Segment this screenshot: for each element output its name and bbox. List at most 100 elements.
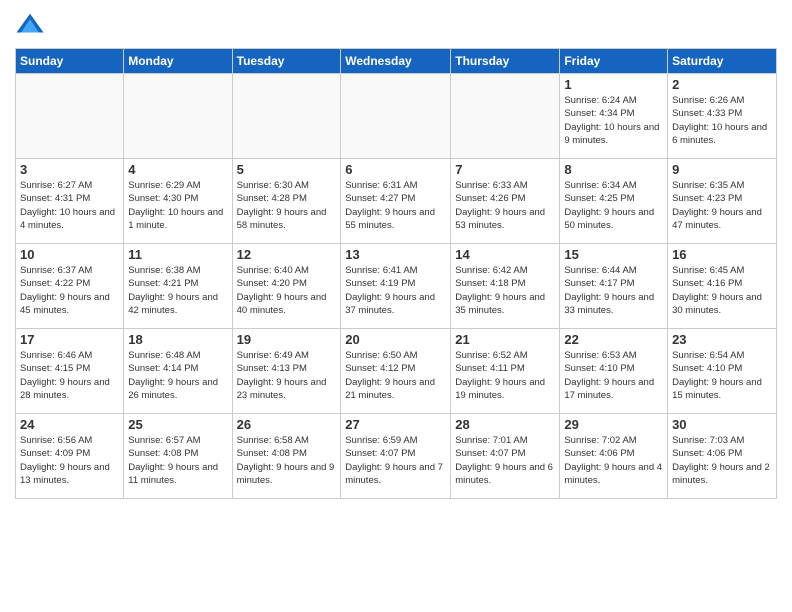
- calendar-cell: 28 Sunrise: 7:01 AM Sunset: 4:07 PM Dayli…: [451, 414, 560, 499]
- week-row-5: 24 Sunrise: 6:56 AM Sunset: 4:09 PM Dayli…: [16, 414, 777, 499]
- day-number: 13: [345, 247, 446, 262]
- day-info: Sunrise: 6:59 AM Sunset: 4:07 PM Dayligh…: [345, 434, 446, 487]
- calendar-cell: 18Sunrise: 6:48 AM Sunset: 4:14 PM Dayli…: [124, 329, 232, 414]
- day-number: 23: [672, 332, 772, 347]
- day-number: 22: [564, 332, 663, 347]
- calendar-cell: 29 Sunrise: 7:02 AM Sunset: 4:06 PM Dayli…: [560, 414, 668, 499]
- calendar-cell: 2Sunrise: 6:26 AM Sunset: 4:33 PM Daylig…: [668, 74, 777, 159]
- day-info: Sunrise: 6:50 AM Sunset: 4:12 PM Dayligh…: [345, 349, 446, 402]
- day-info: Sunrise: 6:33 AM Sunset: 4:26 PM Dayligh…: [455, 179, 555, 232]
- calendar-cell: 23 Sunrise: 6:54 AM Sunset: 4:10 PM Dayli…: [668, 329, 777, 414]
- day-number: 3: [20, 162, 119, 177]
- day-number: 9: [672, 162, 772, 177]
- day-info: Sunrise: 6:41 AM Sunset: 4:19 PM Dayligh…: [345, 264, 446, 317]
- calendar-cell: 19Sunrise: 6:49 AM Sunset: 4:13 PM Dayli…: [232, 329, 341, 414]
- calendar-cell: 5Sunrise: 6:30 AM Sunset: 4:28 PM Daylig…: [232, 159, 341, 244]
- day-info: Sunrise: 6:49 AM Sunset: 4:13 PM Dayligh…: [237, 349, 337, 402]
- header: [15, 10, 777, 40]
- day-number: 17: [20, 332, 119, 347]
- day-info: Sunrise: 6:35 AM Sunset: 4:23 PM Dayligh…: [672, 179, 772, 232]
- day-number: 27: [345, 417, 446, 432]
- weekday-header-sunday: Sunday: [16, 49, 124, 74]
- day-info: Sunrise: 6:46 AM Sunset: 4:15 PM Dayligh…: [20, 349, 119, 402]
- day-info: Sunrise: 6:29 AM Sunset: 4:30 PM Dayligh…: [128, 179, 227, 232]
- calendar-cell: 26 Sunrise: 6:58 AM Sunset: 4:08 PM Dayli…: [232, 414, 341, 499]
- page: SundayMondayTuesdayWednesdayThursdayFrid…: [0, 0, 792, 509]
- calendar-cell: 30 Sunrise: 7:03 AM Sunset: 4:06 PM Dayli…: [668, 414, 777, 499]
- day-number: 10: [20, 247, 119, 262]
- week-row-2: 3Sunrise: 6:27 AM Sunset: 4:31 PM Daylig…: [16, 159, 777, 244]
- calendar-cell: 3Sunrise: 6:27 AM Sunset: 4:31 PM Daylig…: [16, 159, 124, 244]
- calendar-cell: 11Sunrise: 6:38 AM Sunset: 4:21 PM Dayli…: [124, 244, 232, 329]
- day-info: Sunrise: 6:57 AM Sunset: 4:08 PM Dayligh…: [128, 434, 227, 487]
- day-info: Sunrise: 6:48 AM Sunset: 4:14 PM Dayligh…: [128, 349, 227, 402]
- day-number: 26: [237, 417, 337, 432]
- day-info: Sunrise: 6:31 AM Sunset: 4:27 PM Dayligh…: [345, 179, 446, 232]
- weekday-header-thursday: Thursday: [451, 49, 560, 74]
- day-number: 28: [455, 417, 555, 432]
- week-row-1: 1 Sunrise: 6:24 AM Sunset: 4:34 PM Daylig…: [16, 74, 777, 159]
- day-info: Sunrise: 6:30 AM Sunset: 4:28 PM Dayligh…: [237, 179, 337, 232]
- calendar-cell: 27 Sunrise: 6:59 AM Sunset: 4:07 PM Dayli…: [341, 414, 451, 499]
- day-info: Sunrise: 7:02 AM Sunset: 4:06 PM Dayligh…: [564, 434, 663, 487]
- day-number: 30: [672, 417, 772, 432]
- day-number: 16: [672, 247, 772, 262]
- calendar-cell: 7 Sunrise: 6:33 AM Sunset: 4:26 PM Daylig…: [451, 159, 560, 244]
- day-info: Sunrise: 6:26 AM Sunset: 4:33 PM Dayligh…: [672, 94, 772, 147]
- day-info: Sunrise: 6:42 AM Sunset: 4:18 PM Dayligh…: [455, 264, 555, 317]
- calendar-cell: 22 Sunrise: 6:53 AM Sunset: 4:10 PM Dayli…: [560, 329, 668, 414]
- weekday-header-monday: Monday: [124, 49, 232, 74]
- calendar-cell: 25 Sunrise: 6:57 AM Sunset: 4:08 PM Dayli…: [124, 414, 232, 499]
- day-info: Sunrise: 6:45 AM Sunset: 4:16 PM Dayligh…: [672, 264, 772, 317]
- week-row-3: 10 Sunrise: 6:37 AM Sunset: 4:22 PM Dayli…: [16, 244, 777, 329]
- day-number: 14: [455, 247, 555, 262]
- calendar-cell: 8 Sunrise: 6:34 AM Sunset: 4:25 PM Daylig…: [560, 159, 668, 244]
- day-number: 12: [237, 247, 337, 262]
- day-number: 1: [564, 77, 663, 92]
- day-info: Sunrise: 6:53 AM Sunset: 4:10 PM Dayligh…: [564, 349, 663, 402]
- calendar-cell: 21Sunrise: 6:52 AM Sunset: 4:11 PM Dayli…: [451, 329, 560, 414]
- week-row-4: 17 Sunrise: 6:46 AM Sunset: 4:15 PM Dayli…: [16, 329, 777, 414]
- day-number: 8: [564, 162, 663, 177]
- day-number: 20: [345, 332, 446, 347]
- day-info: Sunrise: 6:34 AM Sunset: 4:25 PM Dayligh…: [564, 179, 663, 232]
- calendar: SundayMondayTuesdayWednesdayThursdayFrid…: [15, 48, 777, 499]
- day-info: Sunrise: 6:58 AM Sunset: 4:08 PM Dayligh…: [237, 434, 337, 487]
- calendar-cell: 10 Sunrise: 6:37 AM Sunset: 4:22 PM Dayli…: [16, 244, 124, 329]
- day-info: Sunrise: 7:01 AM Sunset: 4:07 PM Dayligh…: [455, 434, 555, 487]
- day-info: Sunrise: 7:03 AM Sunset: 4:06 PM Dayligh…: [672, 434, 772, 487]
- calendar-cell: 16 Sunrise: 6:45 AM Sunset: 4:16 PM Dayli…: [668, 244, 777, 329]
- calendar-cell: 6 Sunrise: 6:31 AM Sunset: 4:27 PM Daylig…: [341, 159, 451, 244]
- day-number: 24: [20, 417, 119, 432]
- day-number: 21: [455, 332, 555, 347]
- day-number: 25: [128, 417, 227, 432]
- calendar-cell: 14 Sunrise: 6:42 AM Sunset: 4:18 PM Dayli…: [451, 244, 560, 329]
- day-info: Sunrise: 6:40 AM Sunset: 4:20 PM Dayligh…: [237, 264, 337, 317]
- calendar-cell: 20 Sunrise: 6:50 AM Sunset: 4:12 PM Dayli…: [341, 329, 451, 414]
- calendar-cell: 24 Sunrise: 6:56 AM Sunset: 4:09 PM Dayli…: [16, 414, 124, 499]
- day-info: Sunrise: 6:24 AM Sunset: 4:34 PM Dayligh…: [564, 94, 663, 147]
- logo: [15, 10, 49, 40]
- weekday-header-wednesday: Wednesday: [341, 49, 451, 74]
- day-number: 15: [564, 247, 663, 262]
- weekday-header-friday: Friday: [560, 49, 668, 74]
- day-number: 29: [564, 417, 663, 432]
- calendar-cell: 13 Sunrise: 6:41 AM Sunset: 4:19 PM Dayli…: [341, 244, 451, 329]
- day-info: Sunrise: 6:54 AM Sunset: 4:10 PM Dayligh…: [672, 349, 772, 402]
- weekday-header-saturday: Saturday: [668, 49, 777, 74]
- calendar-cell: 1 Sunrise: 6:24 AM Sunset: 4:34 PM Daylig…: [560, 74, 668, 159]
- calendar-cell: 17 Sunrise: 6:46 AM Sunset: 4:15 PM Dayli…: [16, 329, 124, 414]
- weekday-header-tuesday: Tuesday: [232, 49, 341, 74]
- day-info: Sunrise: 6:37 AM Sunset: 4:22 PM Dayligh…: [20, 264, 119, 317]
- calendar-cell: [341, 74, 451, 159]
- calendar-cell: [232, 74, 341, 159]
- calendar-cell: 9 Sunrise: 6:35 AM Sunset: 4:23 PM Daylig…: [668, 159, 777, 244]
- calendar-cell: [124, 74, 232, 159]
- day-number: 7: [455, 162, 555, 177]
- calendar-cell: 12 Sunrise: 6:40 AM Sunset: 4:20 PM Dayli…: [232, 244, 341, 329]
- day-info: Sunrise: 6:38 AM Sunset: 4:21 PM Dayligh…: [128, 264, 227, 317]
- day-number: 6: [345, 162, 446, 177]
- calendar-cell: 15Sunrise: 6:44 AM Sunset: 4:17 PM Dayli…: [560, 244, 668, 329]
- calendar-cell: [16, 74, 124, 159]
- day-info: Sunrise: 6:56 AM Sunset: 4:09 PM Dayligh…: [20, 434, 119, 487]
